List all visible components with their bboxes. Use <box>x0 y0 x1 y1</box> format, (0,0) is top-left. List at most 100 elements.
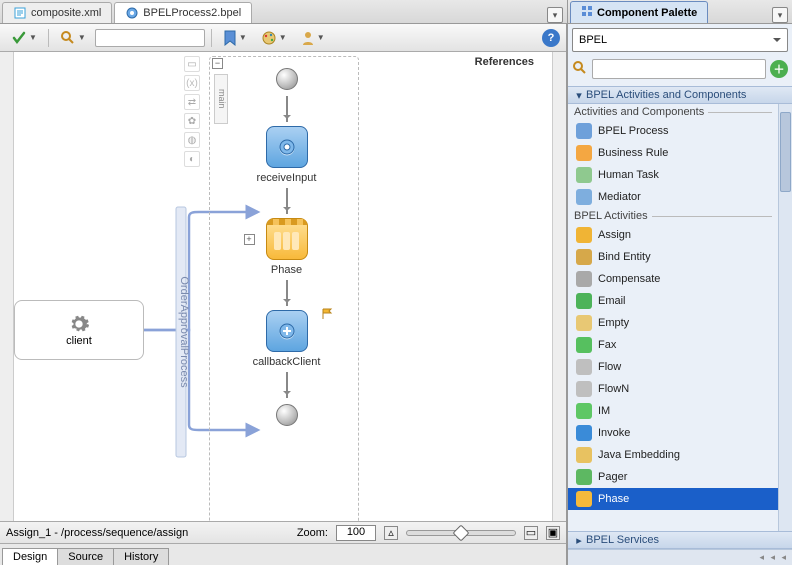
zoom-value[interactable]: 100 <box>336 525 376 541</box>
palette-item-icon <box>576 123 592 139</box>
palette-item[interactable]: Empty <box>568 312 778 334</box>
validate-button[interactable]: ▼ <box>6 27 42 49</box>
event-icon[interactable]: ◐ <box>184 151 200 167</box>
palette-item-icon <box>576 337 592 353</box>
section-bpel-act-comp[interactable]: ▾BPEL Activities and Components <box>568 86 792 104</box>
palette-item[interactable]: IM <box>568 400 778 422</box>
palette-item-icon <box>576 381 592 397</box>
tab-design[interactable]: Design <box>2 548 58 565</box>
palette-group-header: BPEL Activities <box>568 208 778 224</box>
receive-input-node[interactable]: receiveInput <box>257 126 317 184</box>
flow-arrow <box>286 372 288 398</box>
palette-category-select[interactable]: BPEL <box>572 28 788 52</box>
palette-item[interactable]: Phase <box>568 488 778 510</box>
var-x-icon[interactable]: (x) <box>184 75 200 91</box>
zoom-fit-button[interactable]: ▭ <box>524 526 538 540</box>
palette-item-icon <box>576 491 592 507</box>
editor-dock-button[interactable]: ▾ <box>547 7 563 23</box>
palette-title: Component Palette <box>597 7 697 19</box>
client-partner-link[interactable]: client <box>14 300 144 360</box>
tab-bpel[interactable]: BPELProcess2.bpel <box>114 2 252 23</box>
palette-item[interactable]: Invoke <box>568 422 778 444</box>
bpel-canvas[interactable]: References OrderApprovalProcess ▭ (x) ⇄ … <box>14 52 552 521</box>
flag-icon <box>322 308 334 320</box>
section-bpel-services[interactable]: ▸BPEL Services <box>568 531 792 549</box>
palette-item-icon <box>576 145 592 161</box>
palette-item[interactable]: Business Rule <box>568 142 778 164</box>
palette-item[interactable]: Compensate <box>568 268 778 290</box>
palette-item-label: BPEL Process <box>598 125 669 137</box>
find-button[interactable]: ▼ <box>55 27 91 49</box>
tab-label: BPELProcess2.bpel <box>143 7 241 19</box>
component-palette: BPEL ＋ ▾BPEL Activities and Components A… <box>567 24 792 565</box>
user-button[interactable]: ▼ <box>296 27 330 49</box>
palette-item[interactable]: Assign <box>568 224 778 246</box>
palette-resize-grip[interactable]: ◂ ◂ ◂ <box>568 549 792 565</box>
palette-item-icon <box>576 315 592 331</box>
end-node[interactable] <box>276 404 298 426</box>
palette-item-icon <box>576 271 592 287</box>
gear-icon[interactable]: ✿ <box>184 113 200 129</box>
palette-item-label: Human Task <box>598 169 659 181</box>
palette-item[interactable]: Human Task <box>568 164 778 186</box>
flow-arrow <box>286 188 288 214</box>
expand-phase-button[interactable]: + <box>244 234 255 245</box>
tab-history[interactable]: History <box>113 548 169 565</box>
palette-search-input[interactable] <box>592 59 766 79</box>
palette-scrollbar[interactable] <box>778 104 792 531</box>
zoom-full-button[interactable]: ▣ <box>546 526 560 540</box>
palette-item-label: Flow <box>598 361 621 373</box>
tab-source[interactable]: Source <box>57 548 114 565</box>
collapse-process-button[interactable]: − <box>212 58 223 69</box>
palette-item-label: Pager <box>598 471 627 483</box>
tab-composite[interactable]: composite.xml <box>2 2 112 23</box>
palette-button[interactable]: ▼ <box>256 27 292 49</box>
svg-text:OrderApprovalProcess: OrderApprovalProcess <box>178 276 190 388</box>
tab-component-palette[interactable]: Component Palette <box>570 1 708 23</box>
palette-item[interactable]: Java Embedding <box>568 444 778 466</box>
palette-item[interactable]: FlowN <box>568 378 778 400</box>
help-button[interactable]: ? <box>542 29 560 47</box>
palette-item[interactable]: Bind Entity <box>568 246 778 268</box>
editor-toolbar: ▼ ▼ ▼ ▼ ▼ ? <box>0 24 566 52</box>
search-icon <box>572 60 588 79</box>
palette-item[interactable]: Mediator <box>568 186 778 208</box>
palette-item-icon <box>576 189 592 205</box>
palette-item-icon <box>576 227 592 243</box>
palette-add-button[interactable]: ＋ <box>770 60 788 78</box>
palette-item-label: Business Rule <box>598 147 668 159</box>
world-icon[interactable]: ◍ <box>184 132 200 148</box>
palette-tab-bar: Component Palette ▾ <box>567 0 792 24</box>
palette-item-label: Bind Entity <box>598 251 651 263</box>
palette-item-label: IM <box>598 405 610 417</box>
search-input[interactable] <box>95 29 205 47</box>
zoom-stepper[interactable]: ▵ <box>384 526 398 540</box>
start-node[interactable] <box>276 68 298 90</box>
flow-arrow <box>286 280 288 306</box>
palette-item-icon <box>576 403 592 419</box>
zoom-slider[interactable] <box>406 530 516 536</box>
client-label: client <box>66 335 92 347</box>
palette-item-label: FlowN <box>598 383 629 395</box>
palette-item[interactable]: Fax <box>568 334 778 356</box>
references-heading: References <box>475 56 534 68</box>
palette-item[interactable]: Email <box>568 290 778 312</box>
palette-item[interactable]: BPEL Process <box>568 120 778 142</box>
phase-node[interactable]: + Phase <box>266 218 308 276</box>
link-icon[interactable]: ⇄ <box>184 94 200 110</box>
palette-icon <box>581 5 593 20</box>
palette-item-label: Java Embedding <box>598 449 680 461</box>
palette-item-icon <box>576 249 592 265</box>
palette-item-icon <box>576 359 592 375</box>
palette-item[interactable]: Flow <box>568 356 778 378</box>
expand-icon[interactable]: ▭ <box>184 56 200 72</box>
palette-dock-button[interactable]: ▾ <box>772 7 788 23</box>
palette-item-icon <box>576 469 592 485</box>
palette-item-icon <box>576 425 592 441</box>
main-scope-tab[interactable]: main <box>214 74 228 124</box>
gear-icon <box>68 313 90 335</box>
canvas-scrollbar[interactable] <box>552 52 566 521</box>
bookmark-button[interactable]: ▼ <box>218 27 252 49</box>
palette-item[interactable]: Pager <box>568 466 778 488</box>
callback-client-node[interactable]: callbackClient <box>253 310 321 368</box>
